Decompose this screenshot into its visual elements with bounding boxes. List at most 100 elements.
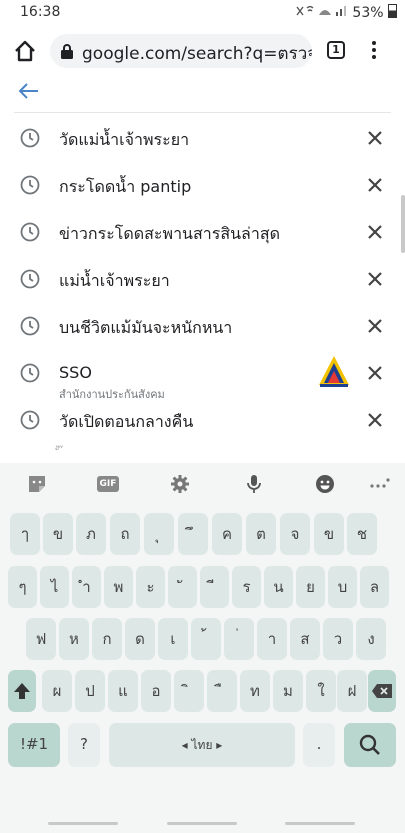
key[interactable]: ย [296, 566, 325, 608]
suggestion-text: วัดเปิดตอนกลางคืน [59, 412, 194, 431]
key[interactable]: ใ [306, 670, 336, 712]
period-key[interactable]: . [303, 723, 335, 767]
key[interactable]: ข [314, 513, 344, 555]
nav-hint [48, 822, 118, 825]
key[interactable]: ฟ [26, 618, 56, 660]
suggestion-text: กระโดดน้ำ pantip [59, 177, 192, 196]
key[interactable]: ว [323, 618, 353, 660]
history-clock-icon [20, 175, 40, 195]
remove-suggestion-icon[interactable] [366, 317, 384, 335]
key[interactable]: ุ [144, 513, 174, 555]
key[interactable]: ต [246, 513, 276, 555]
address-bar[interactable]: google.com/search?q=ตรวจพ [50, 34, 312, 68]
shift-key[interactable] [8, 670, 36, 712]
status-icons [295, 4, 353, 22]
remove-suggestion-icon[interactable] [366, 176, 384, 194]
remove-suggestion-icon[interactable] [366, 129, 384, 147]
key[interactable]: น [264, 566, 293, 608]
key[interactable]: บ [328, 566, 357, 608]
keyboard-toolbar: GIF [0, 463, 405, 505]
more-menu-button[interactable] [368, 39, 380, 63]
key[interactable]: ห [59, 618, 89, 660]
key[interactable]: ส [290, 618, 320, 660]
key[interactable]: ี [200, 566, 229, 608]
key[interactable]: พ [104, 566, 133, 608]
home-button[interactable] [12, 38, 38, 64]
back-arrow-icon [18, 83, 38, 99]
key[interactable]: ล [360, 566, 389, 608]
key[interactable]: ค [212, 513, 242, 555]
key[interactable]: เ [158, 618, 188, 660]
remove-suggestion-icon[interactable] [366, 364, 384, 382]
tab-switcher-button[interactable]: 1 [327, 41, 345, 59]
key[interactable]: ช [347, 513, 377, 555]
suggestion-row[interactable]: แม่น้ำเจ้าพระยา [0, 257, 405, 301]
suggestion-row[interactable]: วัดเปิดตอนกลางคืน [0, 398, 405, 442]
settings-gear-icon[interactable] [169, 473, 191, 495]
browser-toolbar: google.com/search?q=ตรวจพ 1 [0, 26, 405, 76]
key[interactable]: ป [75, 670, 105, 712]
key[interactable]: ถ [110, 513, 140, 555]
key[interactable]: ร [232, 566, 261, 608]
suggestion-text: ข่าวกระโดดสะพานสารสินล่าสุด [59, 224, 280, 243]
key[interactable]: ่ [224, 618, 254, 660]
key[interactable]: ม [273, 670, 303, 712]
remove-suggestion-icon[interactable] [366, 411, 384, 429]
nav-hint [167, 822, 237, 825]
history-clock-icon [20, 128, 40, 148]
key[interactable]: ท [240, 670, 270, 712]
key[interactable]: ผ [42, 670, 72, 712]
sso-logo [319, 356, 349, 387]
lock-icon [61, 44, 73, 59]
emoji-icon[interactable] [314, 473, 336, 495]
key[interactable]: ภ [76, 513, 106, 555]
suggestion-text: บนชีวิตแม้มันจะหนักหนา [59, 318, 233, 337]
key[interactable]: ด [125, 618, 155, 660]
home-icon [15, 40, 35, 62]
divider [14, 112, 391, 113]
suggestion-row[interactable]: ข่าวกระโดดสะพานสารสินล่าสุด [0, 210, 405, 254]
backspace-key[interactable] [368, 670, 396, 712]
back-button[interactable] [16, 80, 42, 102]
history-clock-icon [20, 316, 40, 336]
key[interactable]: ไ [40, 566, 69, 608]
key[interactable]: ง [356, 618, 386, 660]
key[interactable]: ้ [191, 618, 221, 660]
battery-level: 53% [352, 4, 397, 21]
key[interactable]: ื [207, 670, 237, 712]
nav-hint [285, 822, 355, 825]
key[interactable]: ๆ [8, 566, 37, 608]
suggestion-row[interactable]: SSO สำนักงานประกันสังคม [0, 351, 405, 401]
suggestion-row[interactable]: วัดแม่น้ำเจ้าพระยา [0, 116, 405, 160]
key[interactable]: ิ [174, 670, 204, 712]
more-options-icon[interactable] [368, 473, 390, 495]
key[interactable]: ั [168, 566, 197, 608]
key[interactable]: ข [43, 513, 73, 555]
remove-suggestion-icon[interactable] [366, 270, 384, 288]
gif-button[interactable]: GIF [97, 473, 119, 495]
question-key[interactable]: ? [68, 723, 100, 767]
symbols-key[interactable]: !#1 [8, 723, 60, 767]
key[interactable]: อ [141, 670, 171, 712]
key[interactable]: ึ [178, 513, 208, 555]
history-clock-icon [20, 269, 40, 289]
key[interactable]: า [257, 618, 287, 660]
history-clock-icon [20, 363, 40, 383]
key[interactable]: ำ [72, 566, 101, 608]
scrollbar[interactable] [401, 195, 405, 253]
key[interactable]: ะ [136, 566, 165, 608]
sticker-icon[interactable] [26, 473, 48, 495]
suggestion-row[interactable]: กระโดดน้ำ pantip [0, 163, 405, 207]
battery-percent: 53% [352, 5, 384, 21]
key[interactable]: แ [108, 670, 138, 712]
key[interactable]: จ [280, 513, 310, 555]
space-key[interactable]: ◂ ไทย ▸ [109, 723, 295, 767]
microphone-icon[interactable] [243, 473, 265, 495]
search-key[interactable] [344, 723, 396, 767]
suggestion-row[interactable]: บนชีวิตแม้มันจะหนักหนา [0, 304, 405, 348]
key[interactable]: ๅ [10, 513, 40, 555]
key[interactable]: ก [92, 618, 122, 660]
suggestion-text: SSO [59, 363, 92, 382]
remove-suggestion-icon[interactable] [366, 223, 384, 241]
key[interactable]: ฝ [337, 670, 367, 712]
